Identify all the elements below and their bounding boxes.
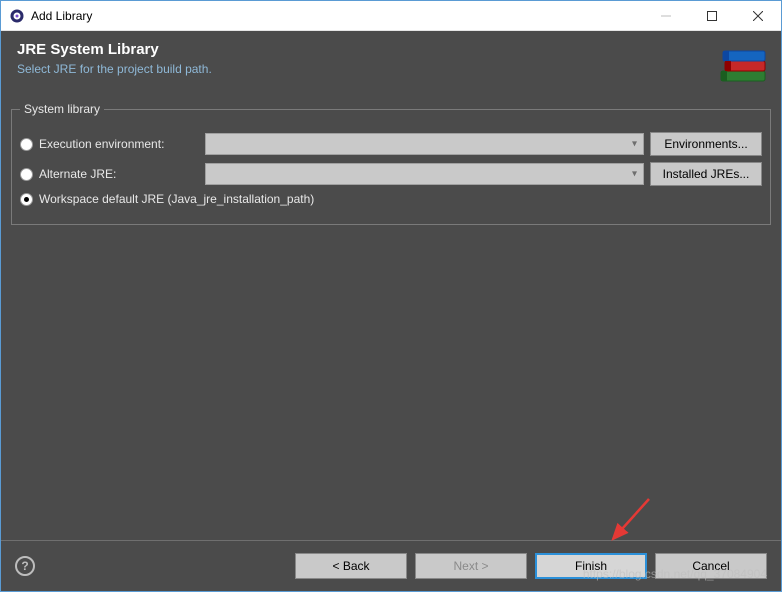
label-workspace-default: Workspace default JRE (Java_jre_installa…: [39, 192, 314, 206]
help-icon[interactable]: ?: [15, 556, 35, 576]
cancel-button[interactable]: Cancel: [655, 553, 767, 579]
option-row-workspace-default: Workspace default JRE (Java_jre_installa…: [20, 192, 762, 206]
wizard-banner: JRE System Library Select JRE for the pr…: [1, 31, 781, 90]
combo-alt-jre[interactable]: ▾: [205, 163, 644, 185]
chevron-down-icon: ▾: [632, 139, 637, 150]
close-button[interactable]: [735, 1, 781, 31]
radio-exec-env[interactable]: [20, 138, 33, 151]
maximize-button[interactable]: [689, 1, 735, 31]
app-icon: [9, 8, 25, 24]
dialog-window: Add Library JRE System Library Select JR…: [0, 0, 782, 592]
finish-button[interactable]: Finish: [535, 553, 647, 579]
radio-alt-jre[interactable]: [20, 168, 33, 181]
chevron-down-icon: ▾: [632, 169, 637, 180]
back-button[interactable]: < Back: [295, 553, 407, 579]
banner-heading: JRE System Library: [17, 41, 765, 58]
label-alt-jre: Alternate JRE:: [39, 167, 199, 181]
installed-jres-button[interactable]: Installed JREs...: [650, 162, 762, 186]
environments-button[interactable]: Environments...: [650, 132, 762, 156]
system-library-fieldset: System library Execution environment: ▾ …: [11, 102, 771, 225]
next-button: Next >: [415, 553, 527, 579]
option-row-exec-env: Execution environment: ▾ Environments...: [20, 132, 762, 156]
button-bar: ? < Back Next > Finish Cancel: [1, 541, 781, 591]
banner-subheading: Select JRE for the project build path.: [17, 62, 765, 76]
label-exec-env: Execution environment:: [39, 137, 199, 151]
window-title: Add Library: [31, 9, 92, 23]
minimize-button: [643, 1, 689, 31]
titlebar[interactable]: Add Library: [1, 1, 781, 31]
radio-workspace-default[interactable]: [20, 193, 33, 206]
content-area: System library Execution environment: ▾ …: [1, 90, 781, 540]
combo-exec-env[interactable]: ▾: [205, 133, 644, 155]
option-row-alt-jre: Alternate JRE: ▾ Installed JREs...: [20, 162, 762, 186]
library-books-icon: [715, 37, 771, 96]
fieldset-legend: System library: [20, 102, 104, 116]
